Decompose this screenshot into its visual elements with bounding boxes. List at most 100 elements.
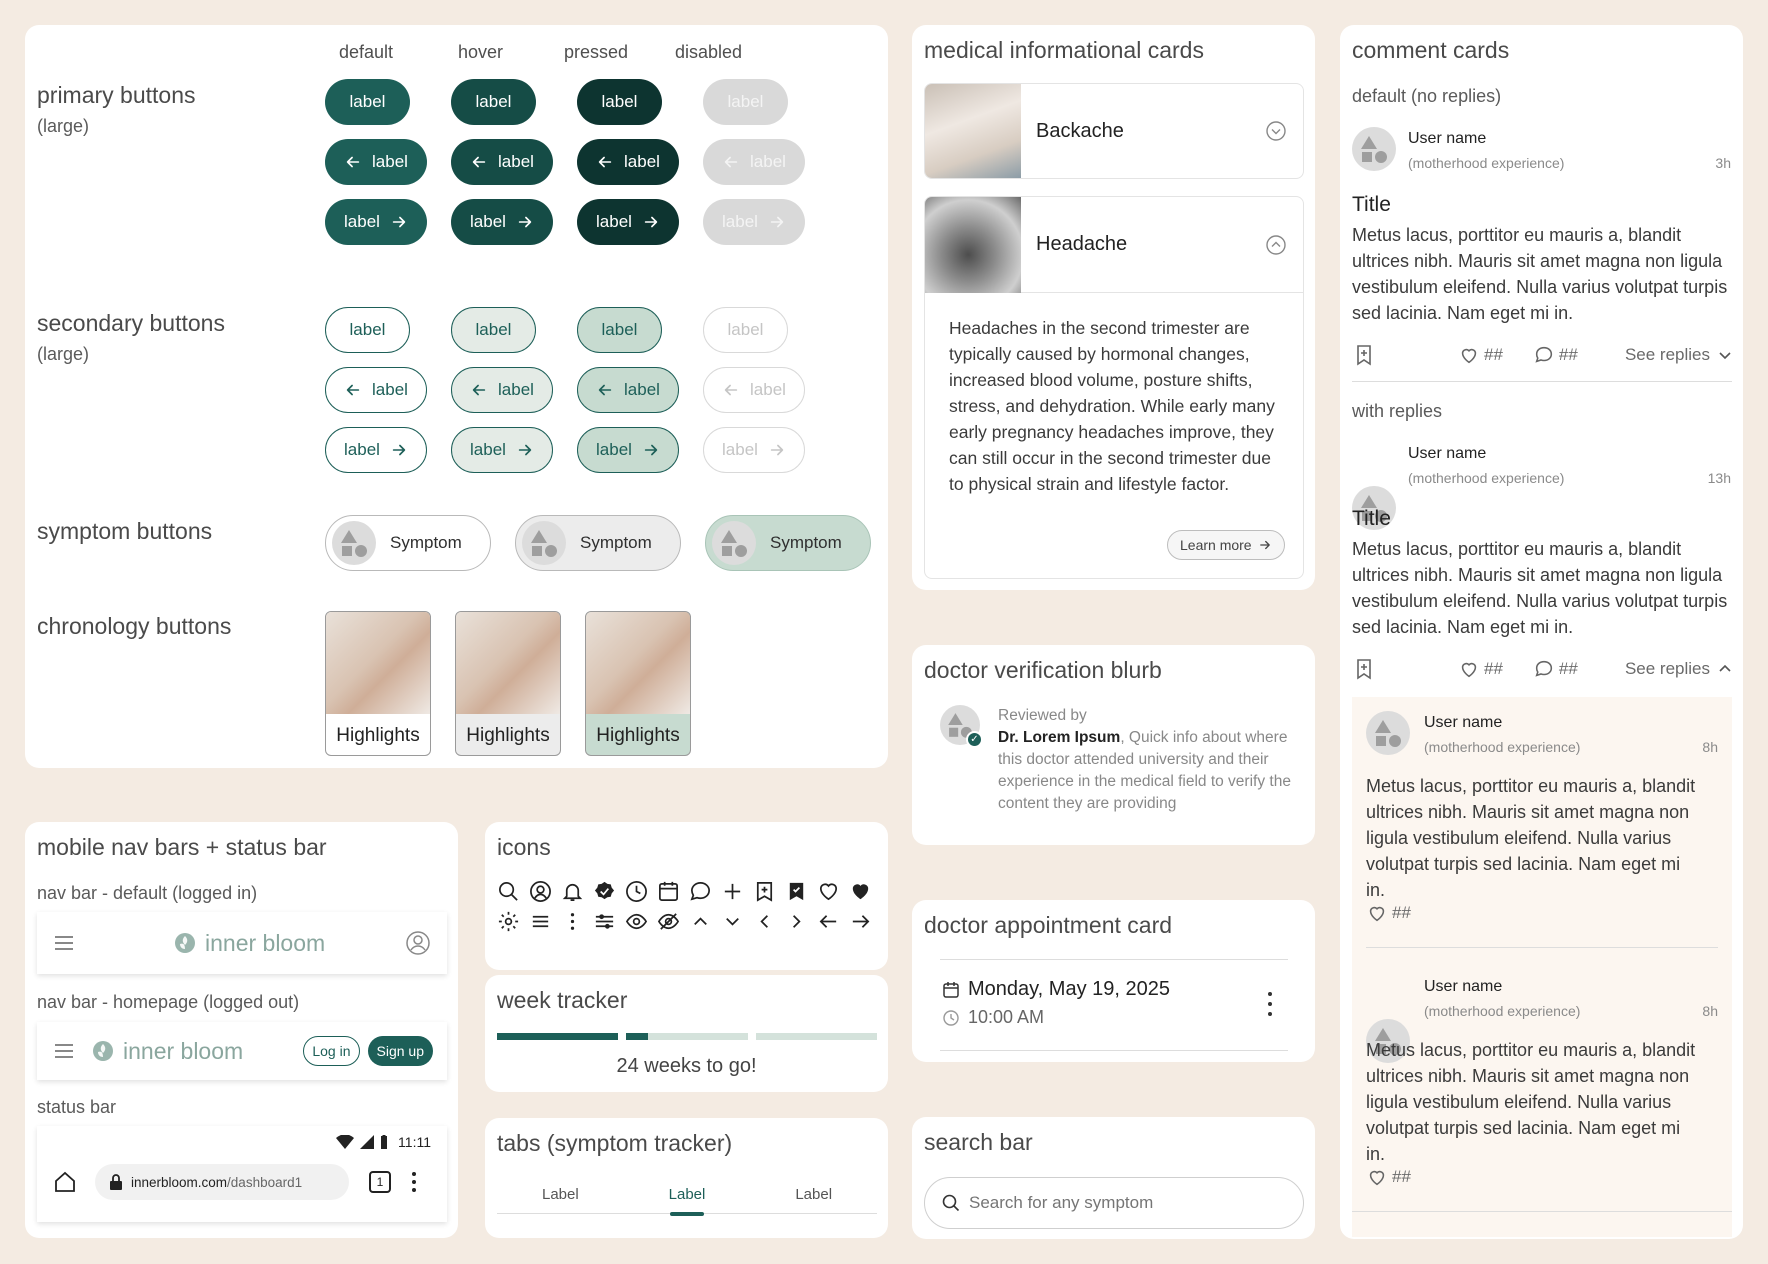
brand-logo[interactable]: inner bloom <box>91 1038 243 1065</box>
url-bar[interactable]: innerbloom.com/dashboard1 <box>95 1164 349 1200</box>
backache-card[interactable]: Backache <box>924 83 1304 179</box>
button-label: label <box>498 380 534 399</box>
weeks-to-go-text: 24 weeks to go! <box>616 1055 757 1077</box>
tab-2-active[interactable]: Label <box>624 1176 751 1216</box>
secondary-title: secondary buttons <box>37 310 225 336</box>
reply-body: Metus lacus, porttitor eu mauris a, blan… <box>1366 776 1696 900</box>
symptom-button-default[interactable]: Symptom <box>325 515 491 571</box>
secondary-button-icon-right-default[interactable]: label <box>325 427 427 473</box>
more-vertical-icon <box>570 913 575 930</box>
primary-button-pressed[interactable]: label <box>577 79 662 125</box>
signup-button[interactable]: Sign up <box>367 1036 433 1066</box>
chronology-button-default[interactable]: Highlights <box>325 611 431 756</box>
comment-actions: ## ## See replies <box>1352 657 1732 681</box>
chevron-down-circle-icon[interactable] <box>1265 120 1287 142</box>
user-name: User name <box>1408 445 1487 462</box>
symptom-button-hover[interactable]: Symptom <box>515 515 681 571</box>
secondary-subtitle: (large) <box>37 344 90 364</box>
comment-cards-title: comment cards <box>1352 37 1510 63</box>
search-bar[interactable] <box>924 1177 1304 1229</box>
bell-icon <box>562 883 583 901</box>
like-button[interactable]: ## <box>1458 658 1503 680</box>
trimester-2-bar <box>626 1033 748 1040</box>
symptom-buttons-title: symptom buttons <box>37 518 213 544</box>
bookmark-plus-icon[interactable] <box>1352 657 1376 681</box>
primary-button-default[interactable]: label <box>325 79 410 125</box>
medical-cards-title: medical informational cards <box>924 37 1204 63</box>
primary-button-icon-right-pressed[interactable]: label <box>577 199 679 245</box>
menu-icon[interactable] <box>55 1044 73 1058</box>
headache-header[interactable]: Headache <box>925 197 1303 293</box>
chronology-button-hover[interactable]: Highlights <box>455 611 561 756</box>
brand-name: inner bloom <box>123 1037 244 1064</box>
brand-logo[interactable]: inner bloom <box>173 930 325 957</box>
tab-label: Label <box>668 1185 706 1203</box>
symptom-label: Symptom <box>390 533 462 552</box>
search-icon <box>499 882 518 901</box>
chronology-button-pressed[interactable]: Highlights <box>585 611 691 756</box>
more-vertical-icon[interactable] <box>1267 992 1273 1016</box>
week-progress-bar <box>497 1033 877 1040</box>
headache-body: Headaches in the second trimester are ty… <box>949 318 1275 494</box>
primary-button-icon-left-hover[interactable]: label <box>451 139 553 185</box>
doctor-blurb-text: Reviewed by Dr. Lorem Ipsum, Quick info … <box>998 705 1298 815</box>
search-card: search bar <box>912 1117 1315 1239</box>
button-label: label <box>475 320 512 339</box>
filter-sliders-icon <box>595 914 614 929</box>
secondary-button-icon-right-pressed[interactable]: label <box>577 427 679 473</box>
reply-count: ## <box>1558 345 1578 364</box>
reply-count: ## <box>1558 659 1578 678</box>
profile-icon[interactable] <box>405 930 431 956</box>
primary-button-icon-right-hover[interactable]: label <box>451 199 553 245</box>
week-tracker-title: week tracker <box>497 987 628 1013</box>
reply-button[interactable]: ## <box>1533 344 1578 366</box>
appointment-time: 10:00 AM <box>968 1007 1045 1027</box>
secondary-button-icon-right-hover[interactable]: label <box>451 427 553 473</box>
arrow-left-icon <box>722 381 740 399</box>
eye-off-icon <box>657 913 680 930</box>
divider <box>1352 381 1732 382</box>
reply-like-button[interactable]: ## <box>1366 902 1411 924</box>
bookmark-plus-icon[interactable] <box>1352 343 1376 367</box>
like-button[interactable]: ## <box>1458 344 1503 366</box>
eye-icon <box>625 913 648 930</box>
reply-button[interactable]: ## <box>1533 658 1578 680</box>
secondary-button-default[interactable]: label <box>325 307 410 353</box>
user-name: User name <box>1408 130 1487 147</box>
symptom-button-pressed[interactable]: Symptom <box>705 515 871 571</box>
secondary-button-icon-left-default[interactable]: label <box>325 367 427 413</box>
pregnancy-image <box>586 612 690 714</box>
tab-1[interactable]: Label <box>497 1186 624 1203</box>
see-replies-button[interactable]: See replies <box>1625 345 1732 365</box>
tab-3[interactable]: Label <box>750 1186 877 1203</box>
secondary-button-icon-left-hover[interactable]: label <box>451 367 553 413</box>
secondary-button-pressed[interactable]: label <box>577 307 662 353</box>
button-label: label <box>601 320 638 339</box>
chevron-up-circle-icon[interactable] <box>1265 234 1287 256</box>
primary-button-icon-left-default[interactable]: label <box>325 139 427 185</box>
column-disabled: disabled <box>675 42 743 62</box>
symptom-placeholder-icon <box>712 521 756 565</box>
login-button[interactable]: Log in <box>303 1036 360 1066</box>
user-name: User name <box>1424 978 1503 995</box>
comment-title: Title <box>1352 507 1391 530</box>
secondary-button-icon-left-pressed[interactable]: label <box>577 367 679 413</box>
menu-icon[interactable] <box>55 936 73 950</box>
chevron-left-icon <box>760 915 768 928</box>
primary-button-icon-left-disabled: label <box>703 139 805 185</box>
primary-button-hover[interactable]: label <box>451 79 536 125</box>
more-vertical-icon[interactable] <box>411 1172 417 1192</box>
home-icon[interactable] <box>53 1170 77 1194</box>
chevron-down-icon <box>726 918 739 926</box>
see-replies-button[interactable]: See replies <box>1625 659 1732 679</box>
primary-button-icon-left-pressed[interactable]: label <box>577 139 679 185</box>
search-input[interactable] <box>969 1193 1269 1213</box>
primary-button-icon-right-default[interactable]: label <box>325 199 427 245</box>
secondary-button-hover[interactable]: label <box>451 307 536 353</box>
tabs-count-icon[interactable]: 1 <box>369 1171 391 1193</box>
learn-more-button[interactable]: Learn more <box>1167 530 1285 560</box>
like-count: ## <box>1484 659 1503 678</box>
like-count: ## <box>1484 345 1503 364</box>
lock-icon <box>110 1174 122 1190</box>
reply-like-button[interactable]: ## <box>1366 1166 1411 1188</box>
